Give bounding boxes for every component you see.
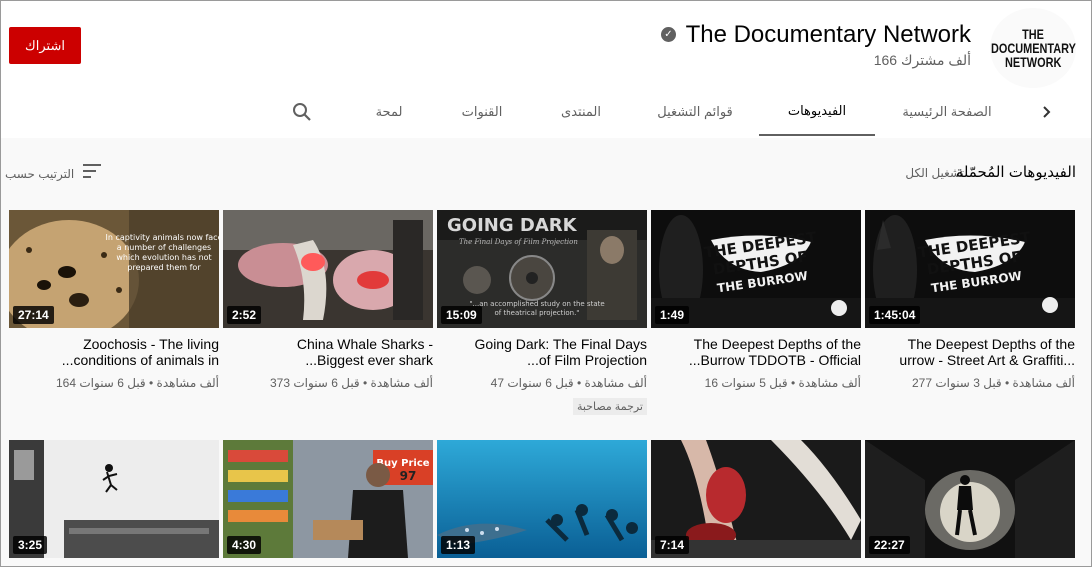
- video-card[interactable]: 1:13: [437, 440, 647, 560]
- tab-videos[interactable]: الفيديوهات: [759, 88, 875, 136]
- svg-text:97: 97: [400, 469, 417, 483]
- video-duration: 15:09: [441, 306, 482, 324]
- subtitles-badge: ترجمة مصاحبة: [572, 398, 647, 415]
- video-thumbnail[interactable]: GOING DARK The Final Days of Film Projec…: [437, 210, 647, 328]
- video-title[interactable]: China Whale Sharks - ...Biggest ever sha…: [228, 336, 433, 368]
- tab-home[interactable]: الصفحة الرئيسية: [885, 88, 1009, 136]
- video-duration: 7:14: [655, 536, 690, 554]
- video-meta: 373 ألف مشاهدة • قبل 6 سنوات: [270, 376, 433, 390]
- tab-playlists[interactable]: قوائم التشغيل: [644, 88, 746, 136]
- video-thumbnail[interactable]: 3:25: [9, 440, 219, 558]
- video-title[interactable]: Zoochosis - The living ...conditions of …: [14, 336, 219, 368]
- video-duration: 22:27: [869, 536, 910, 554]
- subscribe-button[interactable]: اشتراك: [9, 27, 81, 64]
- video-title-line: China Whale Sharks -: [296, 336, 433, 352]
- tab-channels[interactable]: القنوات: [452, 88, 512, 136]
- video-thumbnail[interactable]: THE DEEPEST DEPTHS OF THE BURROW 1:45:04: [865, 210, 1075, 328]
- video-card[interactable]: 2:52 China Whale Sharks - ...Biggest eve…: [223, 210, 433, 430]
- video-duration: 3:25: [13, 536, 48, 554]
- svg-text:GOING DARK: GOING DARK: [447, 215, 578, 236]
- video-duration: 4:30: [227, 536, 262, 554]
- video-card[interactable]: GOING DARK The Final Days of Film Projec…: [437, 210, 647, 430]
- video-title[interactable]: The Deepest Depths of the urrow - Street…: [870, 336, 1075, 368]
- video-title-line: ...Biggest ever shark: [305, 352, 433, 368]
- tab-about[interactable]: لمحة: [361, 88, 417, 136]
- video-title-line: ...Burrow TDDOTB - Official: [688, 352, 861, 368]
- video-thumbnail[interactable]: In captivity animals now face a number o…: [9, 210, 219, 328]
- channel-avatar[interactable]: THE DOCUMENTARY NETWORK: [990, 8, 1076, 88]
- video-duration: 1:13: [441, 536, 476, 554]
- svg-text:which evolution has not: which evolution has not: [116, 253, 211, 262]
- svg-text:The Final Days of Film Project: The Final Days of Film Projection: [459, 238, 578, 246]
- video-title-line: Going Dark: The Final Days: [474, 336, 647, 352]
- video-meta: 277 ألف مشاهدة • قبل 3 سنوات: [912, 376, 1075, 390]
- video-title[interactable]: Going Dark: The Final Days ...of Film Pr…: [442, 336, 647, 368]
- video-title-line: ...of Film Projection: [527, 352, 647, 368]
- video-thumbnail[interactable]: Buy Price 97 4:30: [223, 440, 433, 558]
- video-thumbnail[interactable]: THE DEEPEST DEPTHS OF THE BURROW 1:49: [651, 210, 861, 328]
- svg-text:"...an accomplished study on t: "...an accomplished study on the state: [469, 300, 604, 308]
- chevron-right-icon[interactable]: [1035, 88, 1059, 136]
- video-thumbnail[interactable]: 7:14: [651, 440, 861, 558]
- video-card[interactable]: 7:14: [651, 440, 861, 560]
- svg-text:prepared them for: prepared them for: [127, 263, 201, 272]
- video-duration: 1:45:04: [869, 306, 921, 324]
- avatar-line: DOCUMENTARY: [990, 40, 1076, 56]
- section-title: الفيديوهات المُحمّلة: [955, 164, 1076, 181]
- channel-header: اشتراك ✓ The Documentary Network 166 ألف…: [0, 0, 1092, 138]
- avatar-line: NETWORK: [1004, 54, 1062, 70]
- avatar-line: THE: [1022, 26, 1044, 42]
- channel-tabs: الصفحة الرئيسية الفيديوهات قوائم التشغيل…: [0, 88, 1092, 136]
- video-meta: 16 ألف مشاهدة • قبل 5 سنوات: [704, 376, 861, 390]
- video-meta: 47 ألف مشاهدة • قبل 6 سنوات: [490, 376, 647, 390]
- verified-check-icon: ✓: [661, 27, 676, 42]
- video-title-line: Zoochosis - The living: [83, 336, 219, 352]
- sort-control[interactable]: الترتيب حسب: [5, 163, 102, 184]
- video-card[interactable]: 22:27: [865, 440, 1075, 560]
- video-title-line: The Deepest Depths of the: [693, 336, 861, 352]
- video-thumbnail[interactable]: 2:52: [223, 210, 433, 328]
- video-card[interactable]: Buy Price 97 4:30: [223, 440, 433, 560]
- video-card[interactable]: THE DEEPEST DEPTHS OF THE BURROW 1:49 Th…: [651, 210, 861, 430]
- video-duration: 27:14: [13, 306, 54, 324]
- video-title-line: ...conditions of animals in: [61, 352, 219, 368]
- video-title-line: The Deepest Depths of the: [907, 336, 1075, 352]
- video-card[interactable]: In captivity animals now face a number o…: [9, 210, 219, 430]
- video-duration: 2:52: [227, 306, 262, 324]
- video-thumbnail[interactable]: 1:13: [437, 440, 647, 558]
- video-meta: 164 ألف مشاهدة • قبل 6 سنوات: [56, 376, 219, 390]
- sort-icon: [82, 163, 102, 184]
- tab-community[interactable]: المنتدى: [548, 88, 614, 136]
- svg-text:In captivity animals now face: In captivity animals now face: [106, 233, 220, 242]
- video-title-line: urrow - Street Art & Graffiti...: [899, 352, 1075, 368]
- subscriber-count: 166 ألف مشترك: [873, 52, 971, 68]
- video-title[interactable]: The Deepest Depths of the ...Burrow TDDO…: [656, 336, 861, 368]
- video-card[interactable]: 3:25: [9, 440, 219, 560]
- svg-text:a number of challenges: a number of challenges: [117, 243, 211, 252]
- svg-text:of theatrical projection.": of theatrical projection.": [494, 309, 579, 317]
- video-duration: 1:49: [655, 306, 690, 324]
- channel-name: The Documentary Network: [685, 21, 971, 48]
- search-icon[interactable]: [288, 88, 316, 136]
- video-thumbnail[interactable]: 22:27: [865, 440, 1075, 558]
- sort-label: الترتيب حسب: [5, 166, 75, 181]
- video-card[interactable]: THE DEEPEST DEPTHS OF THE BURROW 1:45:04…: [865, 210, 1075, 430]
